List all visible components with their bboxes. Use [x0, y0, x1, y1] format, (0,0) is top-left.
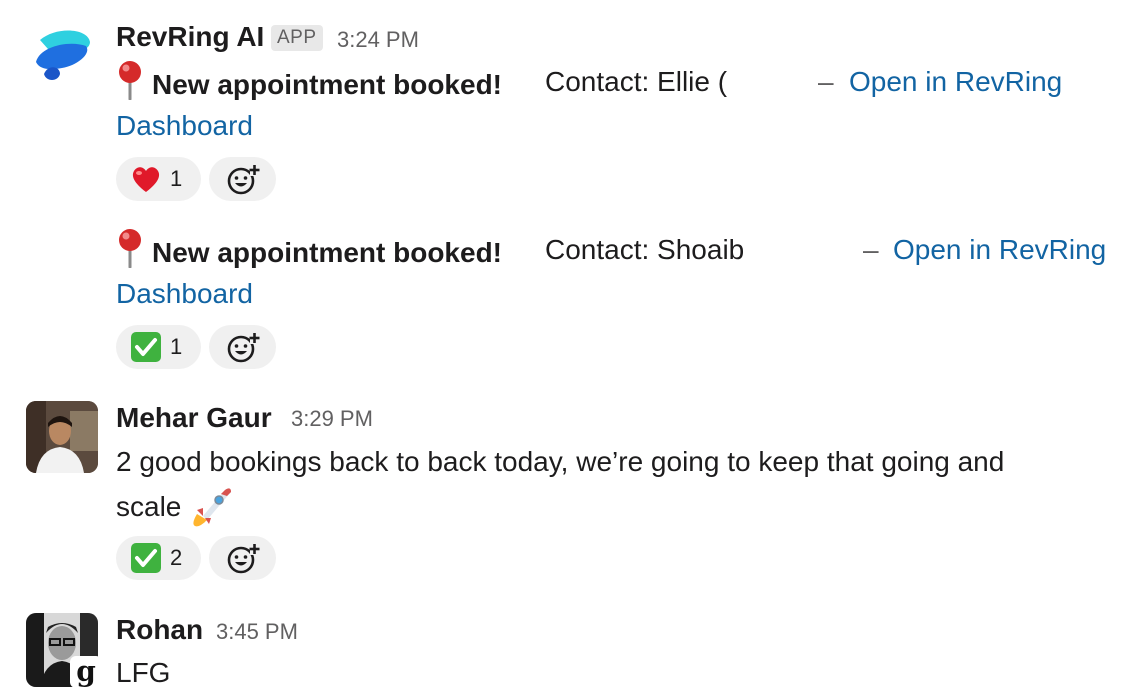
- message-timestamp[interactable]: 3:29 PM: [291, 404, 373, 434]
- message-text-continued: scale: [116, 484, 235, 529]
- sender-name[interactable]: Rohan: [116, 612, 203, 648]
- round-pushpin-icon: [119, 229, 141, 268]
- check-reaction[interactable]: 1: [116, 325, 201, 369]
- appointment-title: New appointment booked!: [152, 69, 502, 100]
- check-mark-button-icon: [131, 332, 161, 362]
- open-dashboard-link-continued[interactable]: Dashboard: [116, 104, 253, 148]
- message-timestamp[interactable]: 3:24 PM: [337, 25, 419, 55]
- add-reaction-icon: [227, 165, 259, 195]
- add-reaction-button[interactable]: [209, 157, 276, 201]
- workspace-badge-letter: g: [76, 655, 96, 688]
- user-photo-icon: [26, 401, 98, 473]
- contact-text: Contact: Shoaib: [545, 234, 745, 265]
- open-dashboard-link[interactable]: Open in RevRing: [849, 60, 1062, 104]
- separator-dash: –: [818, 66, 834, 97]
- contact-text: Contact: Ellie (: [545, 66, 728, 97]
- message-line: New appointment booked!: [116, 228, 502, 275]
- reaction-count: 2: [170, 545, 183, 570]
- reaction-count: 1: [170, 166, 183, 191]
- open-dashboard-link[interactable]: Open in RevRing: [893, 228, 1106, 272]
- check-mark-button-icon: [131, 543, 161, 573]
- message-text-word: scale: [116, 491, 182, 522]
- sender-name[interactable]: Mehar Gaur: [116, 400, 272, 436]
- workspace-badge: g: [70, 656, 102, 688]
- add-reaction-button[interactable]: [209, 325, 276, 369]
- revring-logo-icon: [36, 30, 90, 80]
- separator-dash: –: [863, 234, 879, 265]
- appointment-title: New appointment booked!: [152, 237, 502, 268]
- check-reaction[interactable]: 2: [116, 536, 201, 580]
- revring-logo-avatar[interactable]: [26, 18, 98, 90]
- round-pushpin-icon: [119, 61, 141, 100]
- message-text: 2 good bookings back to back today, we’r…: [116, 446, 1005, 477]
- red-heart-icon: [132, 167, 160, 192]
- redacted-area: [734, 62, 814, 102]
- heart-reaction[interactable]: 1: [116, 157, 201, 201]
- user-avatar[interactable]: [26, 401, 98, 473]
- app-badge: APP: [271, 25, 323, 51]
- message-timestamp[interactable]: 3:45 PM: [216, 617, 298, 647]
- rocket-icon: [193, 488, 232, 527]
- add-reaction-button[interactable]: [209, 536, 276, 580]
- sender-name[interactable]: RevRing AI: [116, 19, 264, 55]
- message-line: New appointment booked!: [116, 60, 502, 107]
- add-reaction-icon: [227, 544, 259, 574]
- open-dashboard-link-continued[interactable]: Dashboard: [116, 272, 253, 316]
- reaction-count: 1: [170, 334, 183, 359]
- add-reaction-icon: [227, 333, 259, 363]
- message-text: LFG: [116, 657, 171, 688]
